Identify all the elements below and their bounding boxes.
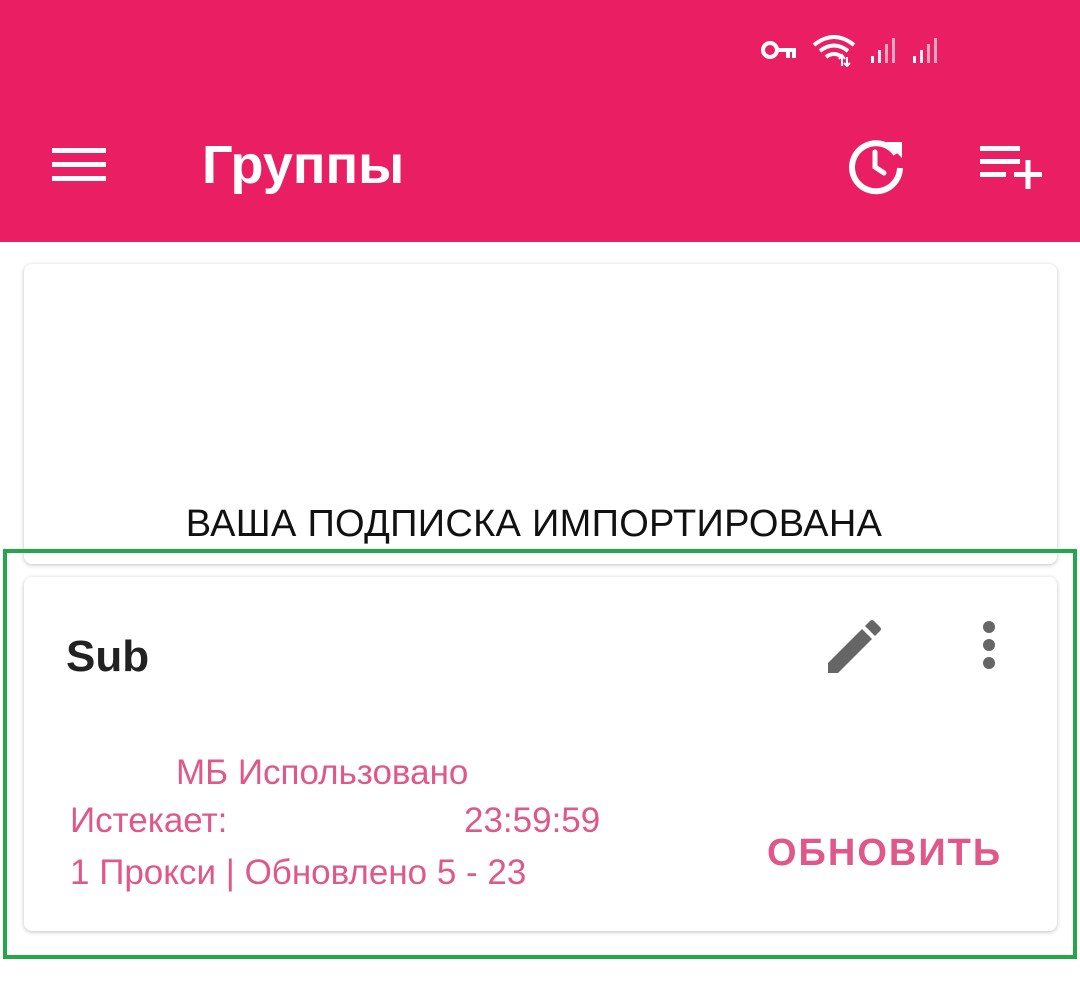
status-bar: [760, 30, 940, 70]
expires-label: Истекает:: [70, 801, 228, 840]
wifi-icon: [812, 33, 856, 67]
usage-text: МБ Использовано: [176, 753, 469, 792]
import-caption: ВАША ПОДПИСКА ИМПОРТИРОВАНА: [185, 503, 883, 545]
update-button[interactable]: ОБНОВИТЬ: [767, 829, 1002, 877]
edit-icon[interactable]: [824, 619, 882, 677]
signal-icon-1: [870, 36, 898, 64]
refresh-clock-icon[interactable]: [846, 134, 908, 196]
app-bar: Группы: [0, 0, 1080, 242]
more-vert-icon[interactable]: [974, 617, 1004, 677]
vpn-key-icon: [760, 39, 798, 61]
page-title: Группы: [202, 135, 405, 195]
group-name: Sub: [66, 632, 150, 681]
signal-icon-2: [912, 36, 940, 64]
playlist-add-icon[interactable]: [978, 140, 1044, 190]
expires-time: 23:59:59: [464, 801, 601, 840]
proxy-info: 1 Прокси | Обновлено 5 - 23: [70, 853, 527, 892]
menu-icon[interactable]: [52, 144, 106, 184]
group-card[interactable]: Sub МБ Использовано Истекает: 23:59:59 1…: [24, 577, 1057, 931]
